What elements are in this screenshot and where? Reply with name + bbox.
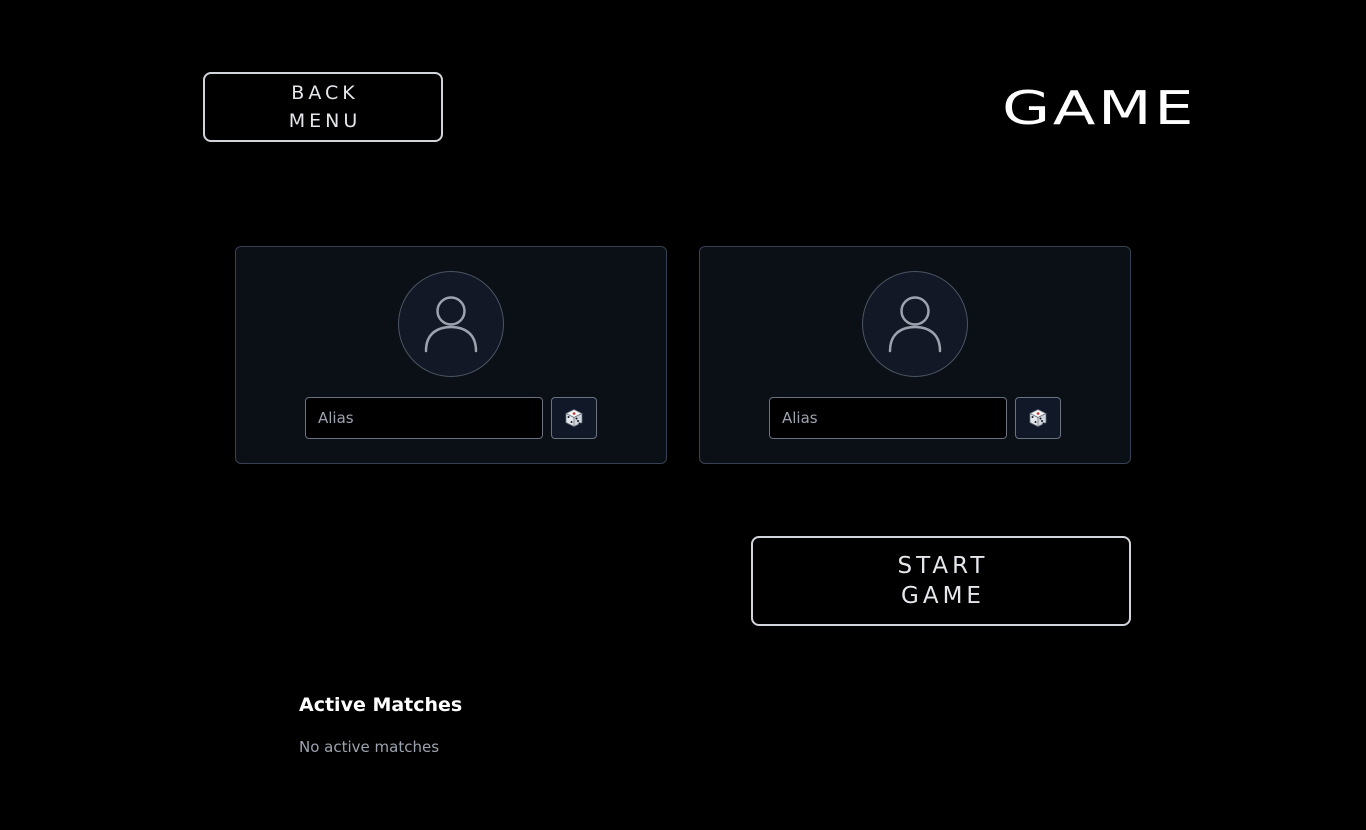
page-title: GAME xyxy=(1002,81,1197,135)
user-icon xyxy=(888,296,942,353)
user-icon xyxy=(424,296,478,353)
game-setup-page: BACK MENU GAME Alias Alias START GAME Ac… xyxy=(0,0,1366,830)
player-avatar xyxy=(398,271,504,377)
player-card-2 xyxy=(699,246,1131,464)
start-game-label-line2: GAME xyxy=(901,583,985,609)
start-game-button[interactable]: START GAME xyxy=(751,536,1131,626)
active-matches-title: Active Matches xyxy=(299,694,463,716)
dice-icon xyxy=(1029,409,1047,428)
active-matches-empty-text: No active matches xyxy=(299,738,440,756)
back-menu-label-line2: MENU xyxy=(288,110,362,132)
back-menu-label-line1: BACK xyxy=(291,82,359,104)
random-alias-button[interactable] xyxy=(1015,397,1061,439)
start-game-label-line1: START xyxy=(897,553,989,579)
back-menu-button[interactable]: BACK MENU xyxy=(203,72,443,142)
player-card-1 xyxy=(235,246,667,464)
player-avatar xyxy=(862,271,968,377)
dice-icon xyxy=(565,409,583,428)
random-alias-button[interactable] xyxy=(551,397,597,439)
alias-input[interactable] xyxy=(305,397,543,439)
alias-input[interactable] xyxy=(769,397,1007,439)
